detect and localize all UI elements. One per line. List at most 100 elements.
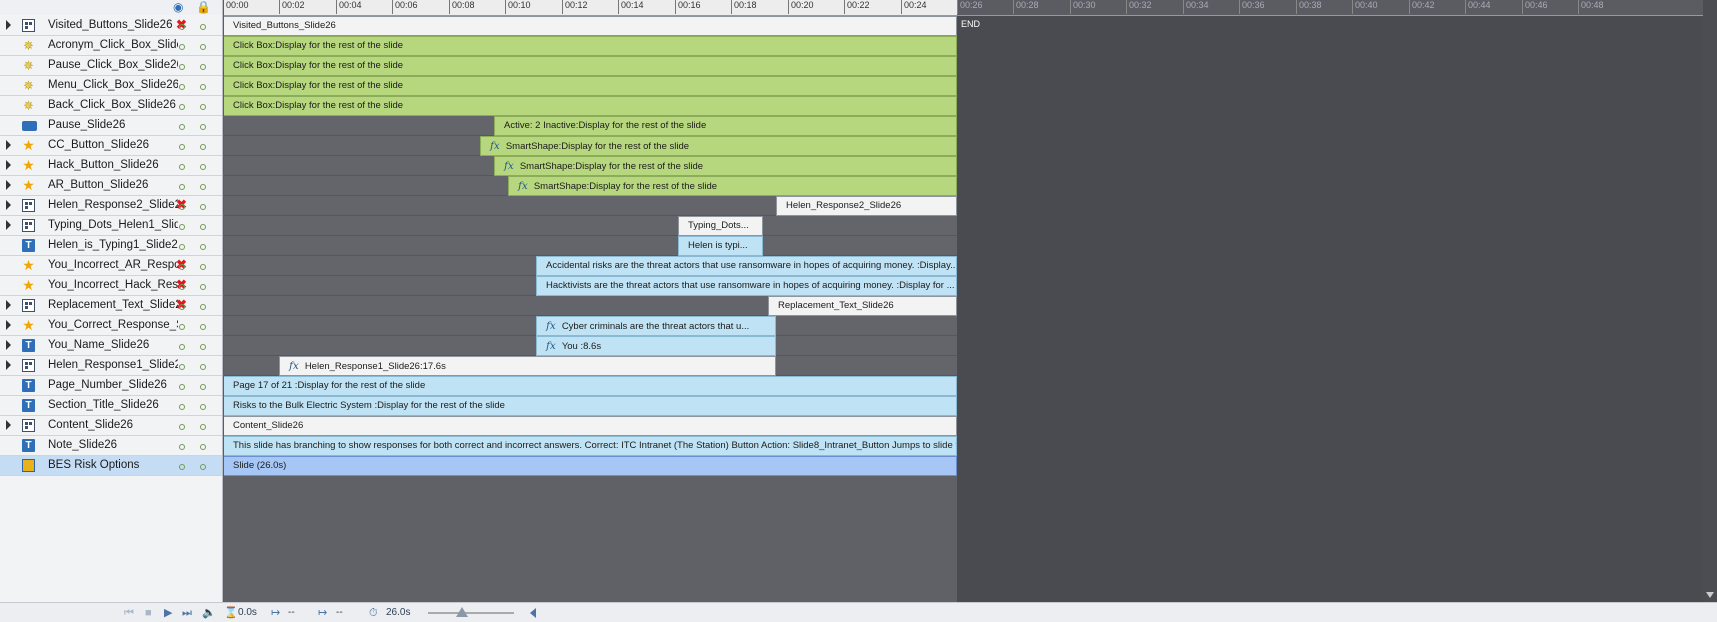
visibility-toggle[interactable] [179,144,185,150]
zoom-slider[interactable] [428,612,514,614]
lock-toggle[interactable] [200,264,206,270]
lock-toggle[interactable] [200,284,206,290]
timeline-bar[interactable]: Click Box:Display for the rest of the sl… [223,36,957,56]
expand-arrow-icon[interactable] [6,20,11,30]
timeline-bar[interactable]: Page 17 of 21 :Display for the rest of t… [223,376,957,396]
timeline-bar[interactable]: Content_Slide26 [223,416,957,436]
visibility-toggle[interactable] [179,204,185,210]
visibility-toggle[interactable] [179,44,185,50]
lock-toggle[interactable] [200,184,206,190]
layer-row[interactable]: ✵ Back_Click_Box_Slide26 [0,96,222,116]
lock-toggle[interactable] [200,344,206,350]
layer-row[interactable]: T Note_Slide26 [0,436,222,456]
visibility-toggle[interactable] [179,224,185,230]
visibility-toggle[interactable] [179,64,185,70]
expand-arrow-icon[interactable] [6,360,11,370]
playhead[interactable] [223,0,224,602]
layer-row[interactable]: Visited_Buttons_Slide26 ✖ [0,16,222,36]
lock-toggle[interactable] [200,224,206,230]
lock-toggle[interactable] [200,204,206,210]
lock-toggle[interactable] [200,364,206,370]
time-ruler[interactable]: 00:00 00:02 00:04 00:06 00:08 00:10 00:12 00:14… [223,0,1703,16]
timeline-bar[interactable]: Risks to the Bulk Electric System :Displ… [223,396,957,416]
skip-end-icon[interactable]: ⏭ [182,607,192,619]
layer-row[interactable]: Helen_Response1_Slide26 [0,356,222,376]
timeline-bar[interactable]: This slide has branching to show respons… [223,436,957,456]
scroll-down-icon[interactable] [1706,592,1714,598]
layer-row[interactable]: Pause_Slide26 [0,116,222,136]
visibility-toggle[interactable] [179,384,185,390]
layer-row[interactable]: ✵ Acronym_Click_Box_Slide26 [0,36,222,56]
play-icon[interactable]: ▶ [164,607,172,619]
timeline-bar[interactable]: Helen is typi... [678,236,763,256]
visibility-toggle[interactable] [179,464,185,470]
visibility-toggle[interactable] [179,164,185,170]
visibility-toggle[interactable] [179,324,185,330]
lock-toggle[interactable] [200,444,206,450]
layer-row[interactable]: T Section_Title_Slide26 [0,396,222,416]
layer-row[interactable]: ★ Hack_Button_Slide26 [0,156,222,176]
timeline-bar[interactable]: fx Cyber criminals are the threat actors … [536,316,776,336]
expand-arrow-icon[interactable] [6,300,11,310]
timeline-area[interactable]: 00:00 00:02 00:04 00:06 00:08 00:10 00:12 00:14… [223,0,1703,602]
expand-arrow-icon[interactable] [6,220,11,230]
visibility-toggle[interactable] [179,184,185,190]
lock-toggle[interactable] [200,144,206,150]
lock-toggle[interactable] [200,124,206,130]
visibility-toggle[interactable] [179,424,185,430]
layer-row[interactable]: T You_Name_Slide26 [0,336,222,356]
visibility-toggle[interactable] [179,404,185,410]
layer-row[interactable]: Helen_Response2_Slide26 ✖ [0,196,222,216]
rewind-icon[interactable]: ⏮ [124,607,134,619]
visibility-toggle[interactable] [179,84,185,90]
expand-arrow-icon[interactable] [6,420,11,430]
timeline-bar[interactable]: fx SmartShape:Display for the rest of the… [494,156,957,176]
visibility-toggle[interactable] [179,24,185,30]
expand-arrow-icon[interactable] [6,320,11,330]
zoom-slider-thumb[interactable] [456,607,468,617]
lock-toggle[interactable] [200,384,206,390]
lock-toggle[interactable] [200,104,206,110]
layer-row[interactable]: ★ You_Correct_Response_Slide26 [0,316,222,336]
timeline-bar[interactable]: Helen_Response2_Slide26 [776,196,957,216]
lock-toggle[interactable] [200,404,206,410]
lock-toggle[interactable] [200,424,206,430]
timeline-bar[interactable]: Click Box:Display for the rest of the sl… [223,56,957,76]
layer-row[interactable]: Content_Slide26 [0,416,222,436]
lock-toggle[interactable] [200,24,206,30]
timeline-bar[interactable]: Slide (26.0s) [223,456,957,476]
timeline-bar[interactable]: Visited_Buttons_Slide26 [223,16,957,36]
lock-toggle[interactable] [200,64,206,70]
timeline-bar[interactable]: fx SmartShape:Display for the rest of the… [508,176,957,196]
layer-row[interactable]: T Page_Number_Slide26 [0,376,222,396]
lock-toggle[interactable] [200,464,206,470]
timeline-bar[interactable]: fx Helen_Response1_Slide26:17.6s [279,356,776,376]
layer-row[interactable]: ✵ Menu_Click_Box_Slide26 [0,76,222,96]
timeline-bar[interactable]: fx You :8.6s [536,336,776,356]
expand-arrow-icon[interactable] [6,180,11,190]
visibility-toggle[interactable] [179,244,185,250]
expand-arrow-icon[interactable] [6,340,11,350]
lock-toggle[interactable] [200,44,206,50]
layer-row[interactable]: ★You_Incorrect_Hack_Response_Slide26✖ [0,276,222,296]
expand-arrow-icon[interactable] [6,200,11,210]
timeline-bar[interactable]: Hacktivists are the threat actors that u… [536,276,957,296]
lock-toggle[interactable] [200,84,206,90]
layer-row[interactable]: ✵ Pause_Click_Box_Slide26 [0,56,222,76]
lock-toggle[interactable] [200,304,206,310]
visibility-toggle[interactable] [179,104,185,110]
scroll-left-icon[interactable] [530,608,536,618]
timeline-bar[interactable]: Typing_Dots... [678,216,763,236]
layer-row[interactable]: BES Risk Options [0,456,222,476]
lock-icon[interactable]: 🔒 [196,1,211,13]
lock-toggle[interactable] [200,324,206,330]
visibility-toggle[interactable] [179,444,185,450]
timeline-bar[interactable]: Replacement_Text_Slide26 [768,296,957,316]
timeline-bar[interactable]: Active: 2 Inactive:Display for the rest … [494,116,957,136]
timeline-bar[interactable]: Click Box:Display for the rest of the sl… [223,76,957,96]
vertical-scrollbar[interactable] [1703,0,1717,602]
audio-icon[interactable]: 🔈 [202,607,216,619]
visibility-toggle[interactable] [179,304,185,310]
lock-toggle[interactable] [200,164,206,170]
visibility-toggle[interactable] [179,344,185,350]
